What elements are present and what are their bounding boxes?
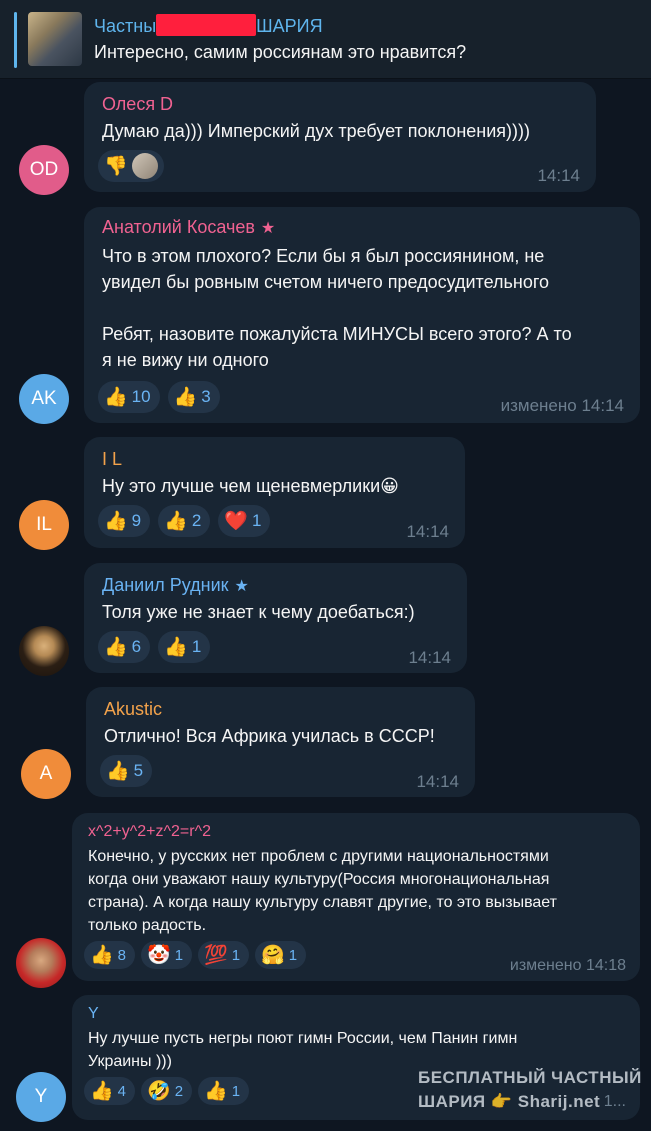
reaction-chip[interactable]: 👍 3 [167,381,220,413]
sender-name[interactable]: Даниил Рудник ★ [102,575,249,596]
reaction-chip[interactable]: 👍 1 [198,1077,250,1105]
message-bubble[interactable]: Анатолий Косачев ★ Что в этом плохого? Ес… [84,207,640,423]
thumbs-up-icon: 👍 [173,386,198,408]
premium-star-icon: ★ [234,578,249,595]
message-text: Ну это лучше чем щеневмерлики😀 [102,476,399,496]
message-time: 14:14 [408,648,451,667]
message-time: 14:14 [406,522,449,541]
reaction-chip[interactable]: 👍 9 [98,505,151,537]
reactions-row: 👍 5 [100,755,153,787]
thumbs-up-icon: 👍 [90,944,114,966]
pinned-accent-bar [14,12,17,68]
reactions-row: 👎 [98,150,164,182]
hugging-face-icon: 🤗 [261,944,285,966]
thumbs-up-icon: 👍 [164,510,188,532]
hundred-points-icon: 💯 [204,944,228,966]
message-bubble[interactable]: Олеся D Думаю да))) Имперский дух требуе… [84,82,596,192]
message-time: 14:14 [416,772,459,791]
thumbs-up-icon: 👍 [106,760,130,782]
avatar[interactable] [19,626,69,676]
reaction-chip[interactable]: 👍 2 [158,505,211,537]
thumbs-up-icon: 👍 [164,636,188,658]
thumbs-up-icon: 👍 [104,510,128,532]
reaction-chip[interactable]: 💯 1 [198,941,250,969]
watermark: БЕСПЛАТНЫЙ ЧАСТНЫЙ ШАРИЯ 👉 Sharij.net [418,1068,642,1111]
message-bubble[interactable]: Даниил Рудник ★ Толя уже не знает к чему … [84,563,467,673]
thumbs-up-icon: 👍 [104,386,128,408]
thumbs-up-icon: 👍 [204,1080,228,1102]
reaction-chip[interactable]: 👍 10 [98,381,160,413]
reactions-row: 👍 6 👍 1 [98,631,211,663]
message-bubble[interactable]: x^2+y^2+z^2=r^2 Конечно, у русских нет п… [72,813,640,981]
reaction-chip[interactable]: 🤡 1 [141,941,193,969]
reactions-row: 👍 8 🤡 1 💯 1 🤗 1 [84,941,307,969]
message-time: 14:14 [537,166,580,185]
avatar[interactable]: OD [19,145,69,195]
avatar[interactable]: Y [16,1072,66,1122]
reaction-chip[interactable]: 👍 6 [98,631,151,663]
avatar[interactable]: AK [19,374,69,424]
message-text: Что в этом плохого? Если бы я был россия… [102,246,572,370]
avatar[interactable] [16,938,66,988]
sender-name[interactable]: I L [102,449,122,470]
reaction-chip[interactable]: 👍 5 [100,755,153,787]
heart-icon: ❤️ [224,510,248,532]
message-time: изменено 14:14 [500,396,624,415]
sender-name[interactable]: Олеся D [102,94,173,115]
sender-name[interactable]: x^2+y^2+z^2=r^2 [88,823,211,841]
message-time: изменено 14:18 [509,957,626,974]
message-text: Толя уже не знает к чему доебаться:) [102,602,415,622]
sender-name[interactable]: Y [88,1005,99,1023]
thumbs-up-icon: 👍 [90,1080,114,1102]
reactions-row: 👍 10 👍 3 [98,381,220,413]
reaction-chip[interactable]: 👍 4 [84,1077,136,1105]
sender-name[interactable]: Анатолий Косачев ★ [102,217,275,238]
reaction-chip[interactable]: ❤️ 1 [218,505,271,537]
premium-star-icon: ★ [260,220,276,237]
reactor-avatar [131,153,158,179]
thumbs-up-icon: 👍 [104,636,128,658]
pinned-message-header[interactable]: Частны ШАРИЯ Интересно, самим россиянам э… [0,0,651,79]
reaction-chip[interactable]: 👍 8 [84,941,136,969]
avatar[interactable]: IL [19,500,69,550]
reaction-chip[interactable]: 👎 [98,150,164,182]
reactions-row: 👍 9 👍 2 ❤️ 1 [98,505,271,537]
rofl-icon: 🤣 [147,1080,171,1102]
clown-icon: 🤡 [147,944,171,966]
message-bubble[interactable]: I L Ну это лучше чем щеневмерлики😀 👍 9 👍 2… [84,437,465,548]
thumbs-down-icon: 👎 [104,155,128,177]
avatar[interactable]: A [21,749,71,799]
pinned-quote-text: Интересно, самим россиянам это нравится? [94,42,467,62]
message-text: Думаю да))) Имперский дух требует поклон… [102,121,530,141]
sender-name[interactable]: Akustic [104,699,162,720]
reactions-row: 👍 4 🤣 2 👍 1 [84,1077,250,1105]
message-bubble[interactable]: Akustic Отлично! Вся Африка училась в СС… [86,687,475,797]
reaction-chip[interactable]: 👍 1 [158,631,211,663]
message-text: Отлично! Вся Африка училась в СССР! [104,726,435,746]
reaction-chip[interactable]: 🤗 1 [255,941,307,969]
pinned-thumbnail [28,12,82,66]
message-text: Конечно, у русских нет проблем с другими… [88,848,557,934]
reaction-chip[interactable]: 🤣 2 [141,1077,193,1105]
pinned-channel-title: Частны ШАРИЯ [94,14,323,36]
redacted-block [156,14,257,36]
